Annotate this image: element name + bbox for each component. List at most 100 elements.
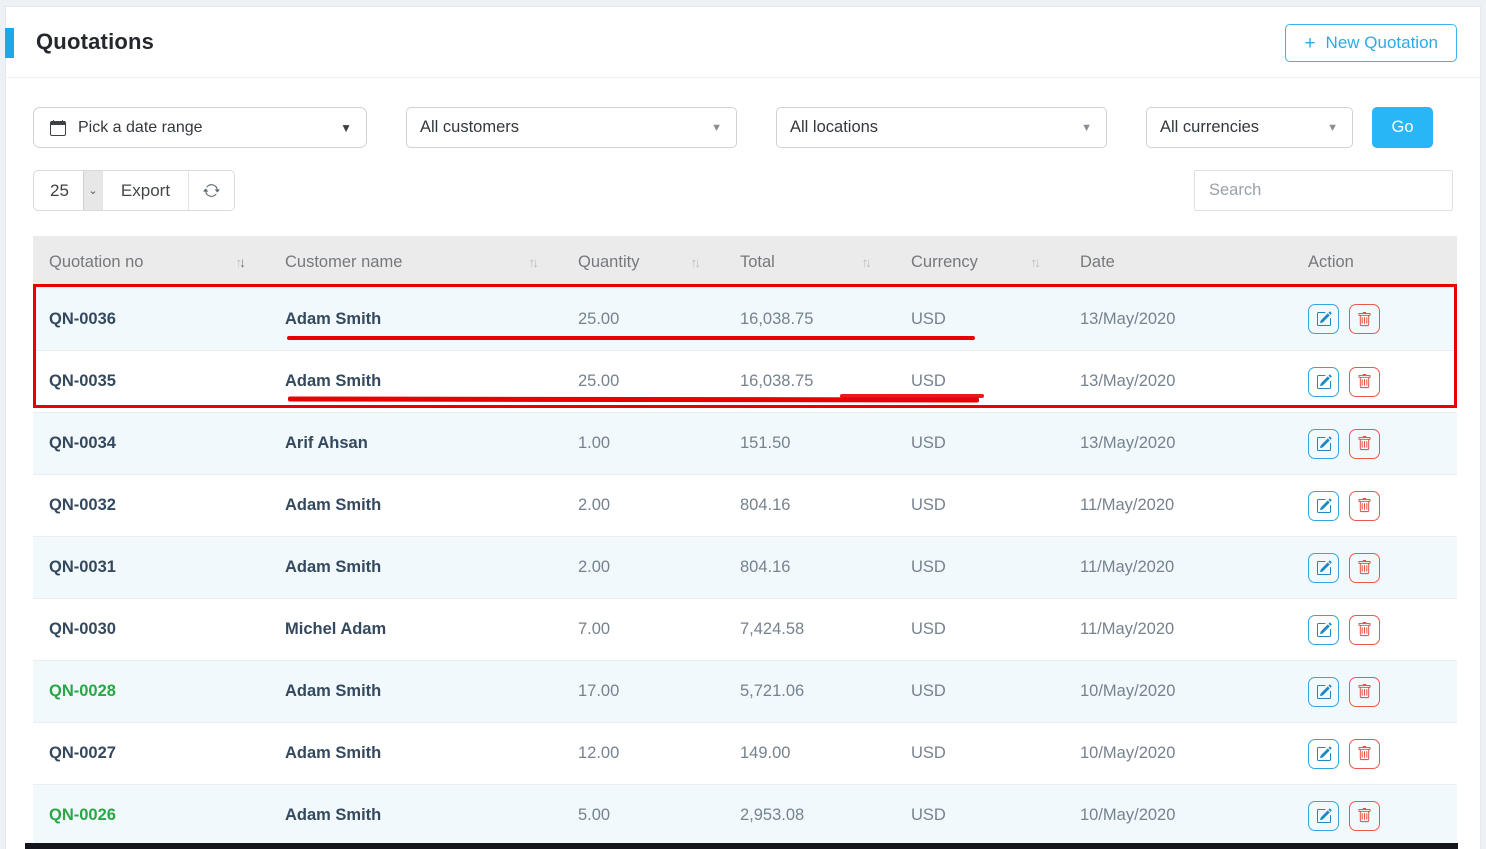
edit-button[interactable] [1308, 615, 1339, 645]
header-divider [5, 77, 1481, 78]
sort-icon[interactable]: ↑↓ [1031, 255, 1039, 270]
search-input[interactable] [1194, 170, 1453, 211]
table-row[interactable]: QN-0036 Adam Smith 25.00 16,038.75 USD 1… [33, 288, 1457, 350]
column-header[interactable]: Total ↑↓ [724, 253, 895, 272]
quotation-no-cell: QN-0034 [33, 434, 269, 453]
date-cell: 10/May/2020 [1064, 806, 1292, 825]
sort-icon[interactable]: ↑↓ [529, 255, 537, 270]
trash-icon [1357, 746, 1372, 761]
sort-icon[interactable]: ↑↓ [691, 255, 699, 270]
total-cell: 804.16 [724, 558, 895, 577]
total-cell: 16,038.75 [724, 310, 895, 329]
table-row[interactable]: QN-0026 Adam Smith 5.00 2,953.08 USD 10/… [33, 784, 1457, 846]
currency-cell: USD [895, 310, 1064, 329]
currency-cell: USD [895, 806, 1064, 825]
locations-select-value: All locations [790, 118, 1081, 137]
quotation-no-cell: QN-0030 [33, 620, 269, 639]
quantity-cell: 7.00 [562, 620, 724, 639]
delete-button[interactable] [1349, 429, 1380, 459]
column-header[interactable]: Action [1292, 253, 1457, 272]
new-quotation-label: New Quotation [1326, 33, 1438, 53]
customers-select[interactable]: All customers ▼ [406, 107, 737, 148]
edit-button[interactable] [1308, 677, 1339, 707]
table-row[interactable]: QN-0031 Adam Smith 2.00 804.16 USD 11/Ma… [33, 536, 1457, 598]
date-cell: 10/May/2020 [1064, 682, 1292, 701]
sort-icon[interactable]: ↑↓ [236, 255, 244, 270]
date-cell: 11/May/2020 [1064, 558, 1292, 577]
delete-button[interactable] [1349, 304, 1380, 334]
date-range-picker[interactable]: Pick a date range ▼ [33, 107, 367, 148]
quotation-no-cell: QN-0026 [33, 806, 269, 825]
page-size-value: 25 [34, 171, 83, 210]
quotation-no-cell: QN-0027 [33, 744, 269, 763]
action-cell [1292, 677, 1457, 707]
quantity-cell: 12.00 [562, 744, 724, 763]
refresh-button[interactable] [188, 171, 234, 210]
date-cell: 11/May/2020 [1064, 496, 1292, 515]
delete-button[interactable] [1349, 801, 1380, 831]
edit-button[interactable] [1308, 739, 1339, 769]
page-size-select[interactable]: 25 ⌄ [34, 171, 102, 210]
table-row[interactable]: QN-0032 Adam Smith 2.00 804.16 USD 11/Ma… [33, 474, 1457, 536]
delete-button[interactable] [1349, 491, 1380, 521]
customer-name-cell: Adam Smith [269, 558, 562, 577]
go-button[interactable]: Go [1372, 107, 1433, 148]
delete-button[interactable] [1349, 739, 1380, 769]
new-quotation-button[interactable]: + New Quotation [1285, 24, 1457, 62]
delete-button[interactable] [1349, 677, 1380, 707]
column-header[interactable]: Date [1064, 253, 1292, 272]
currency-cell: USD [895, 744, 1064, 763]
edit-pencil-icon [1316, 746, 1332, 762]
edit-pencil-icon [1316, 436, 1332, 452]
table-row[interactable]: QN-0035 Adam Smith 25.00 16,038.75 USD 1… [33, 350, 1457, 412]
table-row[interactable]: QN-0030 Michel Adam 7.00 7,424.58 USD 11… [33, 598, 1457, 660]
customer-name-cell: Adam Smith [269, 806, 562, 825]
calendar-icon [50, 120, 66, 136]
quotation-no-cell: QN-0028 [33, 682, 269, 701]
edit-button[interactable] [1308, 367, 1339, 397]
trash-icon [1357, 498, 1372, 513]
table-row[interactable]: QN-0027 Adam Smith 12.00 149.00 USD 10/M… [33, 722, 1457, 784]
sort-icon[interactable]: ↑↓ [862, 255, 870, 270]
column-header[interactable]: Quantity ↑↓ [562, 253, 724, 272]
currencies-select[interactable]: All currencies ▼ [1146, 107, 1353, 148]
currency-cell: USD [895, 620, 1064, 639]
action-cell [1292, 739, 1457, 769]
edit-button[interactable] [1308, 429, 1339, 459]
delete-button[interactable] [1349, 553, 1380, 583]
currency-cell: USD [895, 496, 1064, 515]
edit-button[interactable] [1308, 304, 1339, 334]
column-header[interactable]: Quotation no ↑↓ [33, 253, 269, 272]
column-header[interactable]: Currency ↑↓ [895, 253, 1064, 272]
quantity-cell: 2.00 [562, 496, 724, 515]
currency-cell: USD [895, 434, 1064, 453]
chevron-down-icon: ▼ [711, 122, 722, 134]
table-row[interactable]: QN-0028 Adam Smith 17.00 5,721.06 USD 10… [33, 660, 1457, 722]
quantity-cell: 2.00 [562, 558, 724, 577]
plus-icon: + [1304, 34, 1315, 53]
trash-icon [1357, 312, 1372, 327]
quotation-no-cell: QN-0031 [33, 558, 269, 577]
page-title: Quotations [36, 29, 154, 55]
chevron-down-icon: ▼ [340, 121, 352, 135]
trash-icon [1357, 560, 1372, 575]
edit-button[interactable] [1308, 491, 1339, 521]
currency-cell: USD [895, 558, 1064, 577]
edit-pencil-icon [1316, 684, 1332, 700]
total-cell: 5,721.06 [724, 682, 895, 701]
edit-pencil-icon [1316, 808, 1332, 824]
chevron-down-icon: ⌄ [83, 171, 102, 210]
customer-name-cell: Adam Smith [269, 372, 562, 391]
locations-select[interactable]: All locations ▼ [776, 107, 1107, 148]
delete-button[interactable] [1349, 367, 1380, 397]
delete-button[interactable] [1349, 615, 1380, 645]
export-button[interactable]: Export [102, 171, 188, 210]
table-row[interactable]: QN-0034 Arif Ahsan 1.00 151.50 USD 13/Ma… [33, 412, 1457, 474]
edit-button[interactable] [1308, 553, 1339, 583]
customer-name-cell: Michel Adam [269, 620, 562, 639]
table-header-row: Quotation no ↑↓ Customer name ↑↓ Quantit… [33, 236, 1457, 288]
edit-button[interactable] [1308, 801, 1339, 831]
column-header[interactable]: Customer name ↑↓ [269, 253, 562, 272]
trash-icon [1357, 808, 1372, 823]
trash-icon [1357, 436, 1372, 451]
